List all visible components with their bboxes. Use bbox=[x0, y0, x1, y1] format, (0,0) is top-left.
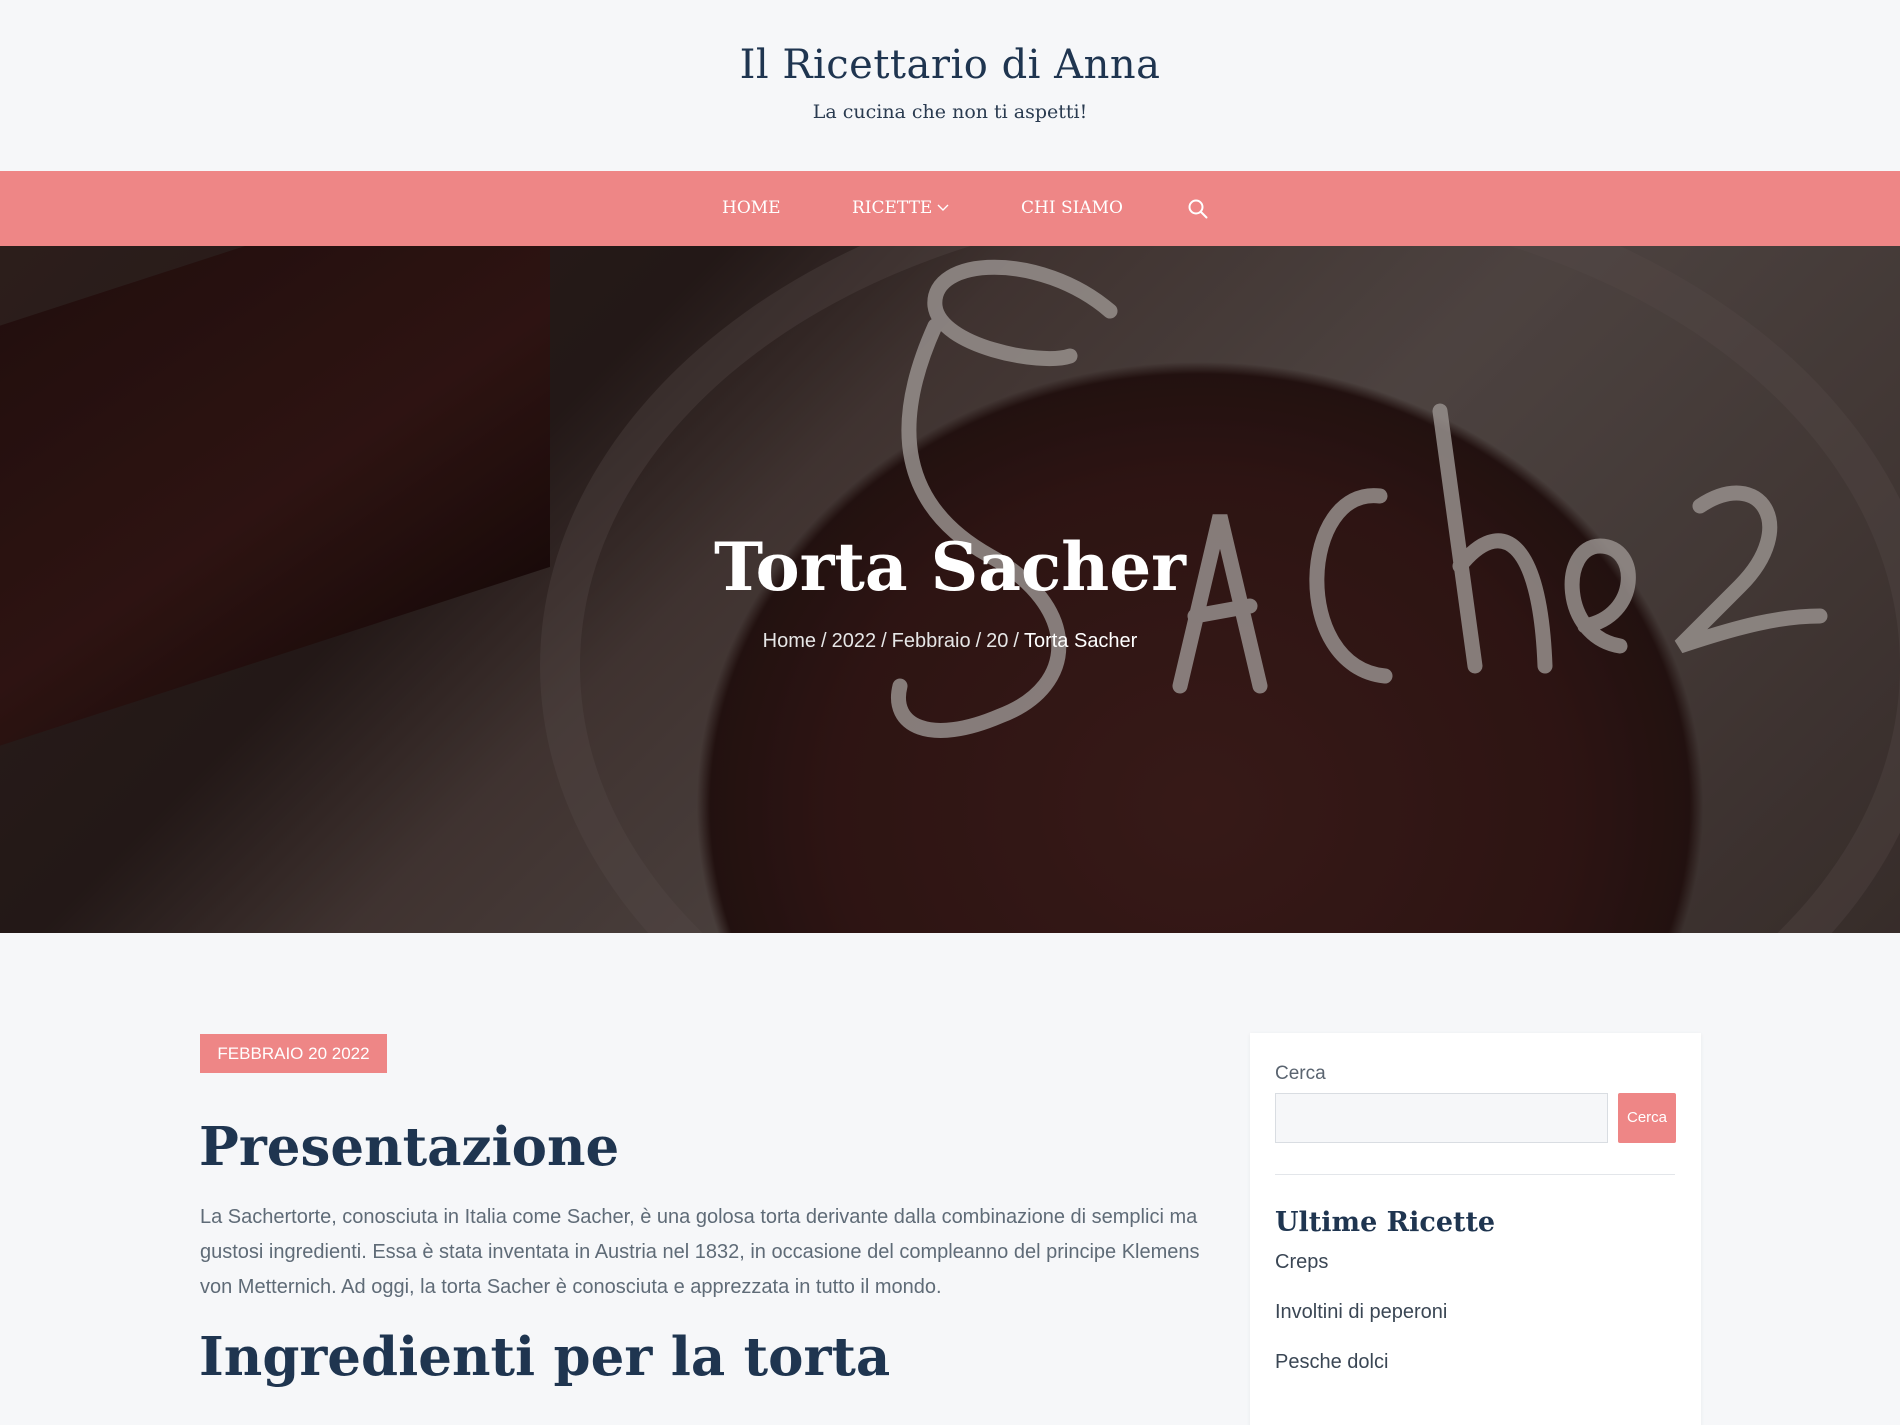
recent-recipe-link[interactable]: Creps bbox=[1275, 1251, 1328, 1274]
main-nav: HOME RICETTE CHI SIAMO bbox=[0, 171, 1900, 246]
nav-item-ricette-label: RICETTE bbox=[852, 198, 933, 218]
section-heading-ingredienti: Ingredienti per la torta bbox=[199, 1326, 891, 1388]
site-tagline: La cucina che non ti aspetti! bbox=[812, 101, 1088, 123]
section-heading-presentazione: Presentazione bbox=[199, 1116, 620, 1178]
recent-recipe-link[interactable]: Involtini di peperoni bbox=[1275, 1301, 1447, 1324]
post-intro: La Sachertorte, conosciuta in Italia com… bbox=[200, 1206, 1200, 1298]
breadcrumb-current: Torta Sacher bbox=[1023, 630, 1138, 652]
post-date-badge[interactable]: FEBBRAIO 20 2022 bbox=[200, 1034, 387, 1073]
search-input[interactable] bbox=[1275, 1093, 1608, 1143]
site-title[interactable]: Il Ricettario di Anna bbox=[0, 42, 1900, 88]
recent-recipe-link[interactable]: Pesche dolci bbox=[1275, 1351, 1388, 1374]
search-button[interactable]: Cerca bbox=[1618, 1093, 1676, 1143]
breadcrumb-day[interactable]: 20 bbox=[986, 630, 1008, 652]
recent-recipes-heading: Ultime Ricette bbox=[1275, 1207, 1496, 1238]
sidebar: Cerca Cerca Ultime Ricette Creps Involti… bbox=[1250, 1033, 1701, 1425]
site-header: Il Ricettario di Anna La cucina che non … bbox=[0, 0, 1900, 171]
breadcrumb-month[interactable]: Febbraio bbox=[892, 630, 971, 652]
breadcrumb: Home/2022/Febbraio/20/Torta Sacher bbox=[762, 630, 1138, 652]
nav-item-chi-siamo[interactable]: CHI SIAMO bbox=[1021, 171, 1123, 246]
nav-item-ricette[interactable]: RICETTE bbox=[852, 171, 950, 246]
breadcrumb-year[interactable]: 2022 bbox=[832, 630, 877, 652]
nav-item-home[interactable]: HOME bbox=[722, 171, 781, 246]
search-label: Cerca bbox=[1275, 1063, 1326, 1084]
breadcrumb-home[interactable]: Home bbox=[763, 630, 816, 652]
chevron-down-icon bbox=[937, 204, 949, 211]
hero-banner: Torta Sacher Home/2022/Febbraio/20/Torta… bbox=[0, 246, 1900, 933]
sidebar-divider bbox=[1275, 1174, 1675, 1175]
page-title: Torta Sacher bbox=[714, 528, 1186, 606]
search-icon[interactable] bbox=[1187, 198, 1209, 220]
